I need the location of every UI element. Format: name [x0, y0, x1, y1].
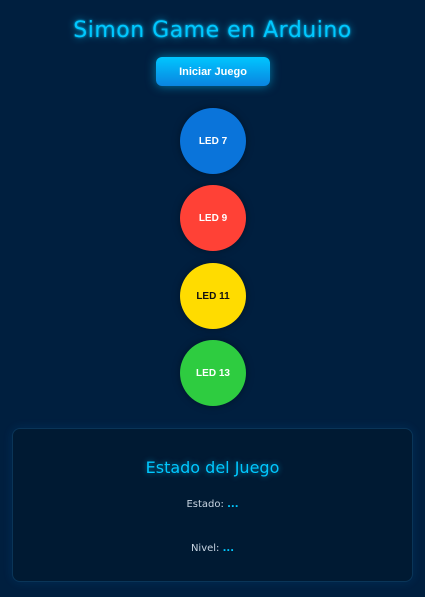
start-game-button[interactable]: Iniciar Juego: [156, 57, 270, 86]
game-status-panel: Estado del Juego Estado: ... Nivel: ...: [12, 428, 413, 582]
led-11-button[interactable]: LED 11: [180, 263, 246, 329]
led-9-button[interactable]: LED 9: [180, 185, 246, 251]
led-7-button[interactable]: LED 7: [180, 108, 246, 174]
estado-line: Estado: ...: [13, 499, 412, 510]
status-panel-title: Estado del Juego: [145, 458, 280, 477]
estado-value: ...: [227, 499, 239, 510]
led-13-button[interactable]: LED 13: [180, 340, 246, 406]
led-11-label: LED 11: [196, 290, 230, 302]
estado-label: Estado:: [186, 499, 224, 510]
nivel-line: Nivel: ...: [13, 543, 412, 554]
led-9-label: LED 9: [198, 212, 228, 224]
led-7-label: LED 7: [198, 135, 228, 147]
nivel-label: Nivel:: [190, 543, 220, 554]
led-13-label: LED 13: [196, 367, 230, 379]
nivel-value: ...: [222, 543, 235, 554]
page-title: Simon Game en Arduino: [73, 18, 352, 43]
